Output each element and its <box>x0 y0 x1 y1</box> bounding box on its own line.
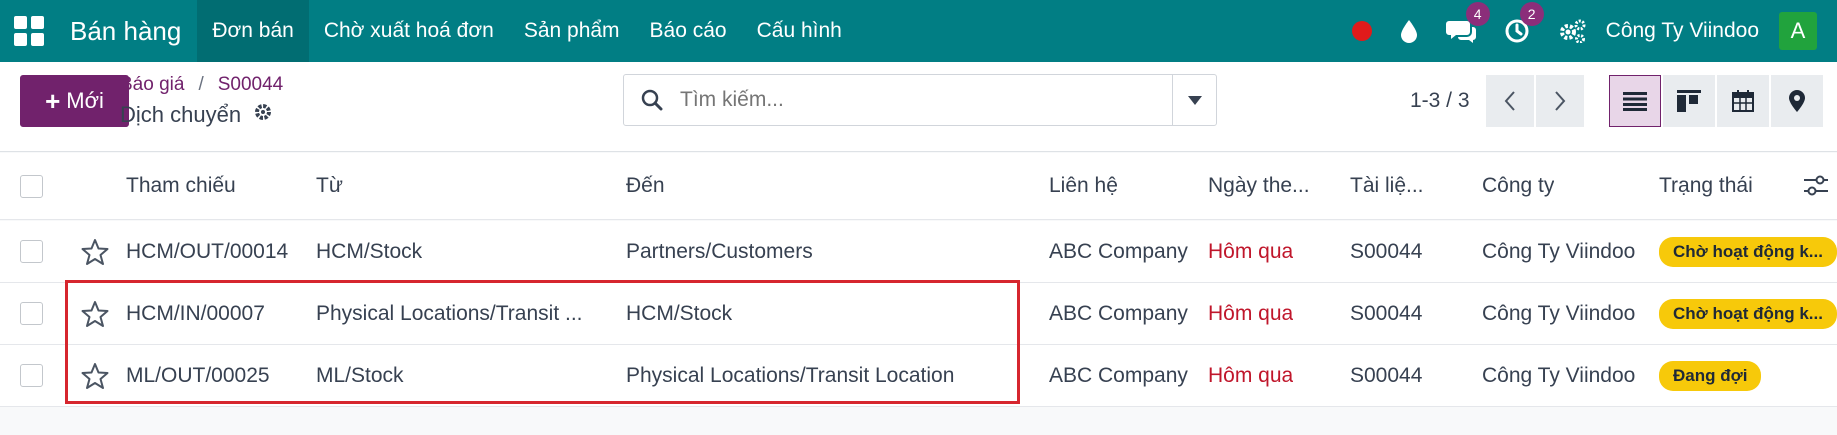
breadcrumb-separator: / <box>198 74 204 95</box>
chat-badge: 4 <box>1465 2 1490 26</box>
select-all-checkbox[interactable] <box>20 174 43 198</box>
chevron-left-icon <box>1504 91 1515 111</box>
cell-status: Chờ hoạt động k... <box>1659 221 1837 282</box>
column-header-status[interactable]: Trạng thái <box>1659 153 1753 219</box>
search-box <box>623 74 1217 126</box>
chat-icon[interactable]: 4 <box>1445 2 1490 44</box>
search-input[interactable] <box>680 88 1172 112</box>
cell-date: Hôm qua <box>1208 363 1294 387</box>
navbar-systray: 4 2 Công Ty Viindoo A <box>1338 0 1837 62</box>
map-view-button[interactable] <box>1771 75 1823 127</box>
cell-company: Công Ty Viindoo <box>1482 301 1636 325</box>
breadcrumb: Báo giá / S00044 <box>120 74 283 96</box>
activity-clock-icon[interactable]: 2 <box>1504 2 1544 44</box>
cell-status: Đang đợi <box>1659 345 1762 406</box>
column-header-date[interactable]: Ngày the... <box>1208 153 1310 219</box>
menu-item-configuration[interactable]: Cấu hình <box>742 0 857 62</box>
pager-next-button[interactable] <box>1536 75 1584 127</box>
cell-reference: HCM/IN/00007 <box>126 301 265 325</box>
new-button-label: Mới <box>66 88 104 113</box>
table-row[interactable]: HCM/IN/00007 Physical Locations/Transit … <box>0 283 1837 345</box>
calendar-view-button[interactable] <box>1717 75 1769 127</box>
cell-source-document: S00044 <box>1350 239 1423 263</box>
cell-source-document: S00044 <box>1350 363 1423 387</box>
column-header-source-document[interactable]: Tài liệ... <box>1350 153 1424 219</box>
new-button[interactable]: + Mới <box>20 75 129 127</box>
page-title: Dịch chuyển <box>120 102 273 128</box>
row-checkbox-cell <box>20 221 43 282</box>
breadcrumb-order[interactable]: S00044 <box>218 74 284 96</box>
top-navbar: Bán hàng Đơn bán Chờ xuất hoá đơn Sản ph… <box>0 0 1837 62</box>
cell-company: Công Ty Viindoo <box>1482 363 1636 387</box>
cell-to: Physical Locations/Transit Location <box>626 363 955 387</box>
column-header-to[interactable]: Đến <box>626 153 665 219</box>
user-avatar[interactable]: A <box>1779 12 1817 50</box>
column-header-from[interactable]: Từ <box>316 153 343 219</box>
page-title-text: Dịch chuyển <box>120 102 242 127</box>
pager-value[interactable]: 1-3 / 3 <box>1410 89 1470 113</box>
company-switch-gears-icon[interactable] <box>1558 19 1586 43</box>
cell-reference: HCM/OUT/00014 <box>126 239 289 263</box>
list-icon <box>1623 92 1647 111</box>
row-checkbox[interactable] <box>20 364 43 387</box>
cell-from: ML/Stock <box>316 363 404 387</box>
gear-icon[interactable] <box>253 102 273 128</box>
cell-status: Chờ hoạt động k... <box>1659 283 1837 344</box>
kanban-icon <box>1677 90 1701 112</box>
cell-date: Hôm qua <box>1208 301 1294 325</box>
cell-date: Hôm qua <box>1208 239 1294 263</box>
table-row[interactable]: HCM/OUT/00014 HCM/Stock Partners/Custome… <box>0 221 1837 283</box>
star-icon[interactable] <box>80 221 110 282</box>
column-header-company[interactable]: Công ty <box>1482 153 1554 219</box>
record-icon[interactable] <box>1351 21 1372 41</box>
star-icon[interactable] <box>80 283 110 344</box>
search-icon <box>624 89 680 111</box>
row-checkbox[interactable] <box>20 240 43 263</box>
cell-to: HCM/Stock <box>626 301 733 325</box>
cell-source-document: S00044 <box>1350 301 1423 325</box>
caret-down-icon <box>1187 95 1202 105</box>
map-pin-icon <box>1789 90 1805 112</box>
optional-columns-sliders-icon[interactable] <box>1804 153 1828 219</box>
status-badge: Chờ hoạt động k... <box>1659 236 1837 267</box>
cell-company: Công Ty Viindoo <box>1482 239 1636 263</box>
column-header-contact[interactable]: Liên hệ <box>1049 153 1118 219</box>
calendar-icon <box>1732 90 1754 112</box>
row-checkbox[interactable] <box>20 302 43 325</box>
select-all-cell <box>20 153 43 219</box>
control-panel: + Mới Báo giá / S00044 Dịch chuyển 1-3 /… <box>0 62 1837 152</box>
status-badge: Chờ hoạt động k... <box>1659 298 1837 329</box>
cell-from: Physical Locations/Transit ... <box>316 301 583 325</box>
search-options-toggle[interactable] <box>1172 75 1216 125</box>
row-checkbox-cell <box>20 345 43 406</box>
app-name[interactable]: Bán hàng <box>70 16 181 47</box>
menu-item-products[interactable]: Sản phẩm <box>509 0 635 62</box>
star-icon[interactable] <box>80 345 110 406</box>
chevron-right-icon <box>1555 91 1566 111</box>
cell-reference: ML/OUT/00025 <box>126 363 270 387</box>
cell-contact: ABC Company <box>1049 239 1188 263</box>
menu-item-reporting[interactable]: Báo cáo <box>635 0 742 62</box>
kanban-view-button[interactable] <box>1663 75 1715 127</box>
cell-contact: ABC Company <box>1049 363 1188 387</box>
status-badge: Đang đợi <box>1659 360 1762 391</box>
row-checkbox-cell <box>20 283 43 344</box>
list-view-button[interactable] <box>1609 75 1661 127</box>
plus-icon: + <box>45 85 61 116</box>
breadcrumb-quotations[interactable]: Báo giá <box>120 74 184 96</box>
activity-badge: 2 <box>1519 2 1544 26</box>
pager-previous-button[interactable] <box>1486 75 1534 127</box>
cell-contact: ABC Company <box>1049 301 1188 325</box>
column-header-reference[interactable]: Tham chiếu <box>126 153 236 219</box>
cell-from: HCM/Stock <box>316 239 423 263</box>
menu-item-orders[interactable]: Đơn bán <box>197 0 309 62</box>
menu-item-to-invoice[interactable]: Chờ xuất hoá đơn <box>309 0 509 62</box>
table-row[interactable]: ML/OUT/00025 ML/Stock Physical Locations… <box>0 345 1837 407</box>
drop-icon[interactable] <box>1400 19 1418 43</box>
current-company[interactable]: Công Ty Viindoo <box>1606 19 1759 43</box>
table-header: Tham chiếu Từ Đến Liên hệ Ngày the... Tà… <box>0 153 1837 220</box>
apps-menu-icon[interactable] <box>14 16 44 46</box>
main-menu: Đơn bán Chờ xuất hoá đơn Sản phẩm Báo cá… <box>197 0 857 62</box>
cell-to: Partners/Customers <box>626 239 813 263</box>
